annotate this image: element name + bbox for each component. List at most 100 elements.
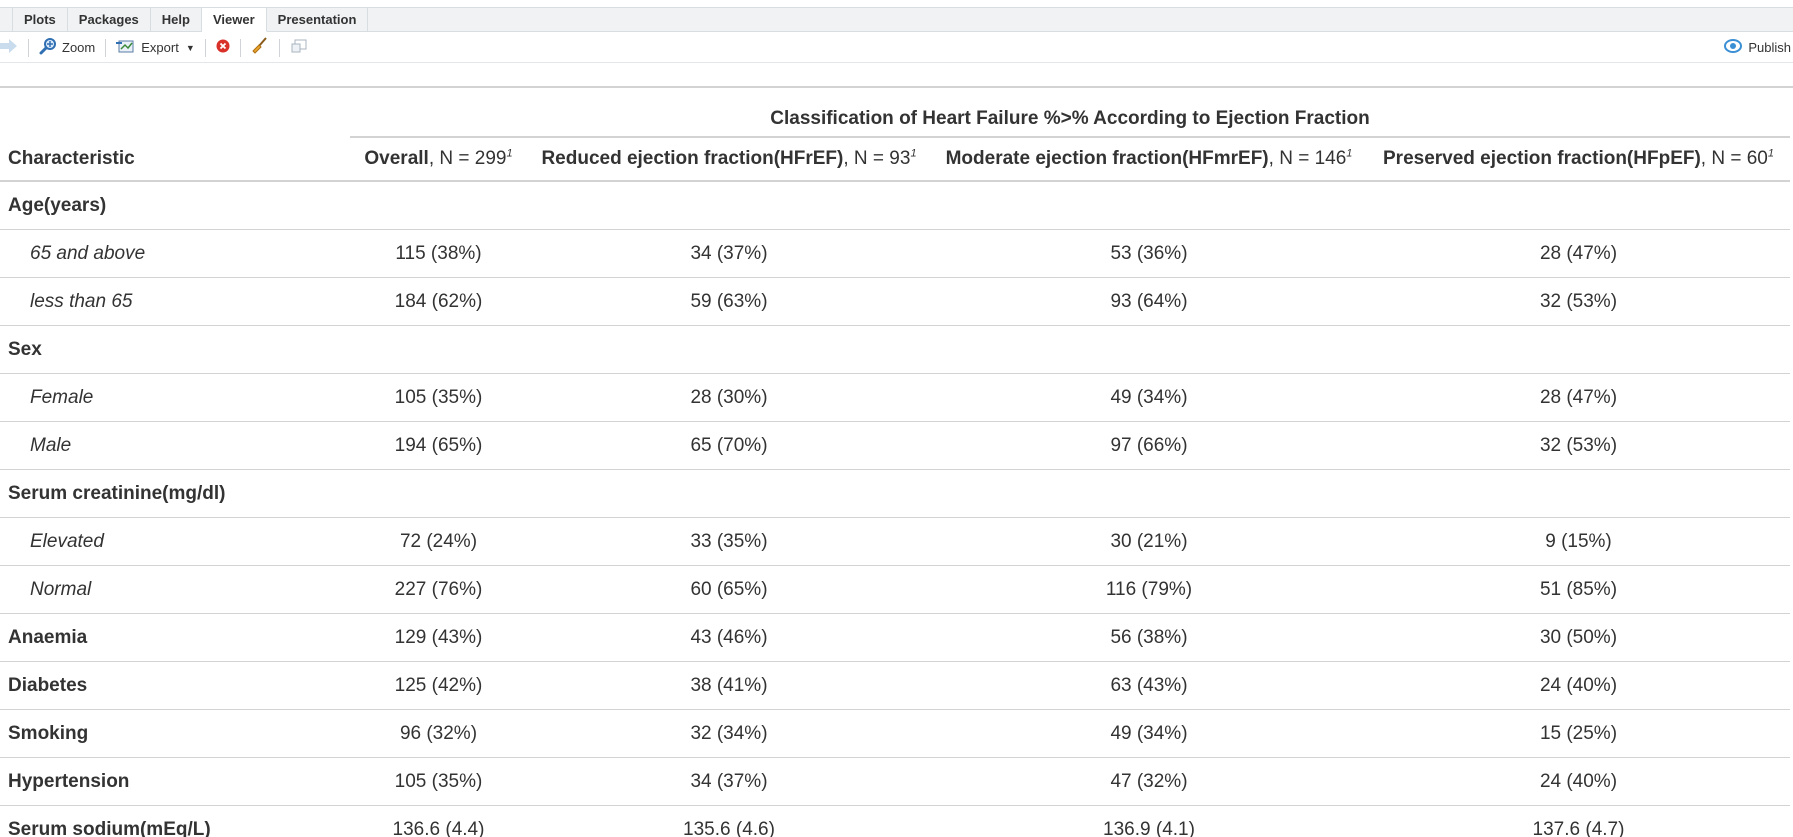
table-cell: 33 (35%) bbox=[527, 518, 931, 566]
row-label: Hypertension bbox=[0, 758, 350, 806]
table-cell: 136.9 (4.1) bbox=[931, 806, 1367, 837]
column-header-n: , N = 60 bbox=[1701, 148, 1768, 169]
column-header-overall: Overall, N = 2991 bbox=[350, 137, 527, 181]
column-header-row: Characteristic Overall, N = 2991 Reduced… bbox=[0, 137, 1790, 181]
characteristic-header: Characteristic bbox=[0, 137, 350, 181]
column-header-hfpef: Preserved ejection fraction(HFpEF), N = … bbox=[1367, 137, 1790, 181]
summary-table: Classification of Heart Failure %>% Acco… bbox=[0, 88, 1790, 837]
column-header-n: , N = 299 bbox=[429, 148, 507, 169]
table-cell: 125 (42%) bbox=[350, 662, 527, 710]
toolbar-separator bbox=[279, 39, 280, 57]
forward-button[interactable] bbox=[0, 39, 24, 56]
column-header-hfmref: Moderate ejection fraction(HFmrEF), N = … bbox=[931, 137, 1367, 181]
table-cell bbox=[527, 181, 931, 230]
table-cell: 34 (37%) bbox=[527, 758, 931, 806]
toolbar-separator bbox=[28, 39, 29, 57]
table-cell: 137.6 (4.7) bbox=[1367, 806, 1790, 837]
table-cell: 38 (41%) bbox=[527, 662, 931, 710]
row-label: Diabetes bbox=[0, 662, 350, 710]
table-cell: 93 (64%) bbox=[931, 278, 1367, 326]
table-cell: 105 (35%) bbox=[350, 374, 527, 422]
tab-plots[interactable]: Plots bbox=[13, 8, 68, 31]
export-label: Export bbox=[141, 40, 179, 55]
table-cell: 49 (34%) bbox=[931, 710, 1367, 758]
row-level-label: Elevated bbox=[0, 518, 350, 566]
table-cell: 53 (36%) bbox=[931, 230, 1367, 278]
zoom-button[interactable]: Zoom bbox=[33, 37, 101, 58]
spanner-row: Classification of Heart Failure %>% Acco… bbox=[0, 88, 1790, 137]
row-level-label: Normal bbox=[0, 566, 350, 614]
table-cell: 97 (66%) bbox=[931, 422, 1367, 470]
table-row: Elevated72 (24%)33 (35%)30 (21%)9 (15%) bbox=[0, 518, 1790, 566]
publish-icon bbox=[1723, 38, 1743, 57]
table-row: 65 and above115 (38%)34 (37%)53 (36%)28 … bbox=[0, 230, 1790, 278]
table-cell: 115 (38%) bbox=[350, 230, 527, 278]
table-cell bbox=[350, 181, 527, 230]
table-row: Anaemia129 (43%)43 (46%)56 (38%)30 (50%) bbox=[0, 614, 1790, 662]
row-label: Serum sodium(mEq/L) bbox=[0, 806, 350, 837]
row-label: Serum creatinine(mg/dl) bbox=[0, 470, 350, 518]
table-cell: 194 (65%) bbox=[350, 422, 527, 470]
clear-all-button[interactable] bbox=[245, 37, 275, 58]
table-cell: 30 (21%) bbox=[931, 518, 1367, 566]
tab-viewer[interactable]: Viewer bbox=[202, 8, 267, 32]
table-cell: 105 (35%) bbox=[350, 758, 527, 806]
column-header-name: Reduced ejection fraction(HFrEF) bbox=[541, 148, 843, 169]
table-cell: 51 (85%) bbox=[1367, 566, 1790, 614]
table-cell bbox=[931, 326, 1367, 374]
table-cell: 135.6 (4.6) bbox=[527, 806, 931, 837]
pane-tab-bar: Plots Packages Help Viewer Presentation bbox=[0, 7, 1793, 32]
new-window-icon bbox=[290, 38, 308, 57]
export-icon bbox=[116, 38, 136, 57]
column-header-name: Moderate ejection fraction(HFmrEF) bbox=[946, 148, 1269, 169]
show-in-window-button[interactable] bbox=[284, 38, 314, 57]
publish-button[interactable]: Publish bbox=[1717, 38, 1793, 57]
row-level-label: Female bbox=[0, 374, 350, 422]
table-cell bbox=[1367, 181, 1790, 230]
tab-overflow-edge[interactable] bbox=[0, 8, 13, 31]
table-cell: 227 (76%) bbox=[350, 566, 527, 614]
broom-icon bbox=[251, 37, 269, 58]
row-level-label: 65 and above bbox=[0, 230, 350, 278]
table-cell: 72 (24%) bbox=[350, 518, 527, 566]
table-row: Normal227 (76%)60 (65%)116 (79%)51 (85%) bbox=[0, 566, 1790, 614]
table-cell: 116 (79%) bbox=[931, 566, 1367, 614]
table-cell: 65 (70%) bbox=[527, 422, 931, 470]
table-cell: 184 (62%) bbox=[350, 278, 527, 326]
footnote-marker: 1 bbox=[910, 148, 916, 160]
viewer-content: Classification of Heart Failure %>% Acco… bbox=[0, 86, 1793, 837]
table-cell: 32 (53%) bbox=[1367, 422, 1790, 470]
export-button[interactable]: Export ▼ bbox=[110, 38, 201, 57]
table-cell: 28 (30%) bbox=[527, 374, 931, 422]
table-cell: 24 (40%) bbox=[1367, 662, 1790, 710]
footnote-marker: 1 bbox=[1768, 148, 1774, 160]
footnote-marker: 1 bbox=[506, 148, 512, 160]
table-row: Age(years) bbox=[0, 181, 1790, 230]
table-cell: 24 (40%) bbox=[1367, 758, 1790, 806]
footnote-marker: 1 bbox=[1346, 148, 1352, 160]
publish-label: Publish bbox=[1748, 40, 1791, 55]
table-row: Hypertension105 (35%)34 (37%)47 (32%)24 … bbox=[0, 758, 1790, 806]
tab-help[interactable]: Help bbox=[151, 8, 202, 31]
table-row: Sex bbox=[0, 326, 1790, 374]
row-level-label: less than 65 bbox=[0, 278, 350, 326]
tab-presentation[interactable]: Presentation bbox=[267, 8, 369, 31]
table-cell: 43 (46%) bbox=[527, 614, 931, 662]
column-header-name: Overall bbox=[364, 148, 428, 169]
table-cell: 129 (43%) bbox=[350, 614, 527, 662]
table-row: Male194 (65%)65 (70%)97 (66%)32 (53%) bbox=[0, 422, 1790, 470]
toolbar-separator bbox=[205, 39, 206, 57]
row-label: Anaemia bbox=[0, 614, 350, 662]
zoom-icon bbox=[39, 37, 57, 58]
table-cell: 28 (47%) bbox=[1367, 374, 1790, 422]
spanner-empty-cell bbox=[0, 88, 350, 137]
clear-viewer-button[interactable] bbox=[210, 39, 236, 56]
row-label: Smoking bbox=[0, 710, 350, 758]
row-label: Age(years) bbox=[0, 181, 350, 230]
table-cell bbox=[527, 470, 931, 518]
row-label: Sex bbox=[0, 326, 350, 374]
tab-packages[interactable]: Packages bbox=[68, 8, 151, 31]
column-header-n: , N = 93 bbox=[843, 148, 910, 169]
table-cell: 136.6 (4.4) bbox=[350, 806, 527, 837]
table-cell: 32 (53%) bbox=[1367, 278, 1790, 326]
